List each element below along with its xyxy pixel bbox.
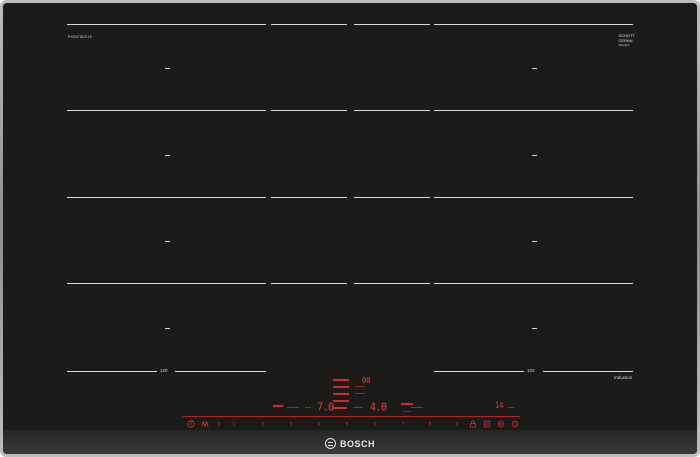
bottom-trim: BOSCH xyxy=(3,430,697,454)
zone-marker xyxy=(532,68,537,69)
level-bar xyxy=(355,393,365,394)
scale-digit[interactable]: 5 xyxy=(343,422,351,428)
timer-icon[interactable] xyxy=(483,420,491,428)
timer-display: 14 xyxy=(495,401,504,411)
zone-line xyxy=(434,24,633,25)
scale-digit[interactable]: 1 xyxy=(230,422,238,428)
model-label: PXE875DC1E xyxy=(68,35,93,39)
level-bar xyxy=(333,379,349,381)
zone-marker xyxy=(165,68,170,69)
induction-label: Induction xyxy=(614,375,633,380)
zone-line xyxy=(434,110,633,111)
zone-indicator-left xyxy=(305,407,311,408)
flex-label-left: 120 xyxy=(160,368,168,373)
zone-indicator-left[interactable] xyxy=(287,407,299,408)
zone-line xyxy=(271,283,347,284)
favorite-icon[interactable] xyxy=(511,420,519,428)
zone-line xyxy=(67,24,266,25)
level-bar xyxy=(333,400,349,402)
flex-label-right: 120 xyxy=(527,368,535,373)
ceran-logo: SCHOTT CERAN SERIES xyxy=(618,33,635,47)
zone-line xyxy=(354,197,430,198)
top-readout: 00 xyxy=(362,376,371,386)
level-bar xyxy=(333,393,349,395)
level-bar xyxy=(333,386,349,388)
zone-line xyxy=(434,283,633,284)
zone-indicator-right[interactable] xyxy=(401,403,413,405)
zone-line xyxy=(67,283,266,284)
left-power-display: 7.0 xyxy=(317,401,334,414)
zone-line xyxy=(67,371,157,372)
zone-indicator-right[interactable] xyxy=(411,407,423,408)
level-bar xyxy=(353,407,363,408)
zone-line xyxy=(67,197,266,198)
power-slider[interactable] xyxy=(183,416,520,417)
scale-digit[interactable]: 9 xyxy=(215,422,223,428)
zone-marker xyxy=(532,328,537,329)
scale-digit[interactable]: 3 xyxy=(287,422,295,428)
zone-line xyxy=(434,197,633,198)
glass-surface: PXE875DC1E SCHOTT CERAN SERIES 120 120 I… xyxy=(3,3,697,454)
settings-icon[interactable] xyxy=(497,420,505,428)
zone-marker xyxy=(165,328,170,329)
zone-line xyxy=(175,371,266,372)
scale-digit[interactable]: 7 xyxy=(399,422,407,428)
zone-marker xyxy=(165,155,170,156)
zone-line xyxy=(354,283,430,284)
scale-digit[interactable]: 4 xyxy=(315,422,323,428)
zone-line xyxy=(271,110,347,111)
zone-line xyxy=(543,371,633,372)
zone-marker xyxy=(532,241,537,242)
zone-line xyxy=(354,24,430,25)
bosch-emblem-icon xyxy=(324,438,336,449)
cooktop-frame: PXE875DC1E SCHOTT CERAN SERIES 120 120 I… xyxy=(0,0,700,457)
flex-zone-icon[interactable] xyxy=(201,420,209,428)
zone-marker xyxy=(532,155,537,156)
scale-digit[interactable]: 9 xyxy=(453,422,461,428)
scale-digit[interactable]: 2 xyxy=(259,422,267,428)
right-power-display: 4.0 xyxy=(370,401,387,414)
timer-indicator xyxy=(508,407,514,408)
brand-name: BOSCH xyxy=(339,438,376,449)
zone-line xyxy=(354,110,430,111)
power-icon[interactable] xyxy=(187,420,195,428)
scale-digit[interactable]: 8 xyxy=(426,422,434,428)
zone-line xyxy=(271,24,347,25)
zone-indicator-left[interactable] xyxy=(273,405,283,407)
brand-logo: BOSCH xyxy=(324,438,376,449)
zone-indicator-right xyxy=(403,411,411,412)
zone-line xyxy=(67,110,266,111)
zone-line xyxy=(434,371,524,372)
level-bar xyxy=(355,386,365,387)
zone-marker xyxy=(165,241,170,242)
level-bar xyxy=(333,407,347,409)
lock-icon[interactable] xyxy=(469,420,477,428)
scale-digit[interactable]: 6 xyxy=(371,422,379,428)
zone-line xyxy=(271,197,347,198)
